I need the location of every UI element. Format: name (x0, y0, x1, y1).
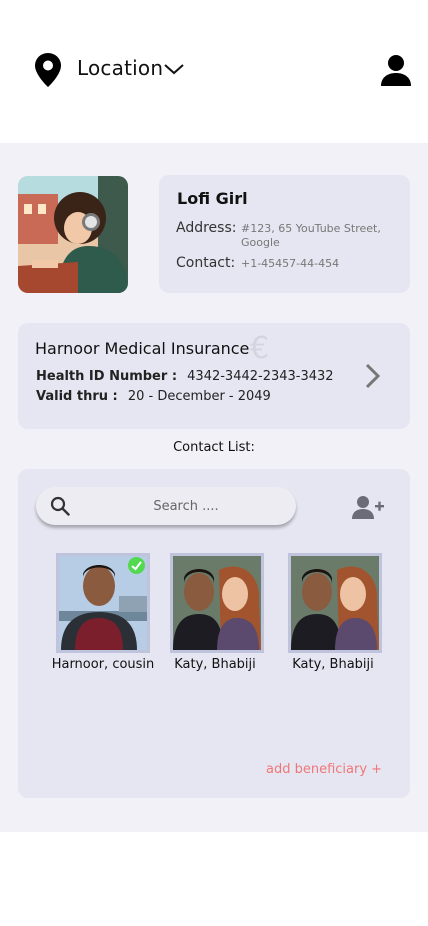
valid-thru-label: Valid thru : (36, 389, 118, 404)
avatar-illustration (18, 176, 128, 293)
insurance-card[interactable]: € Harnoor Medical Insurance Health ID Nu… (18, 323, 410, 429)
euro-icon: € (250, 331, 270, 366)
map-pin-icon[interactable] (34, 52, 62, 88)
contact-photo-image (173, 556, 261, 650)
profile-name: Lofi Girl (177, 189, 248, 208)
contact-name: Katy, Bhabiji (292, 657, 374, 672)
add-beneficiary-button[interactable]: add beneficiary + (266, 762, 382, 777)
search-bar[interactable] (36, 487, 296, 525)
contact-name: Katy, Bhabiji (174, 657, 256, 672)
contact-label: Contact: (176, 255, 236, 271)
contact-photo[interactable] (170, 553, 264, 653)
contact-list-card: Harnoor, cousin Katy, Bhabiji (18, 469, 410, 798)
contact-list-heading: Contact List: (173, 440, 255, 455)
address-value: #123, 65 YouTube Street, Google (241, 222, 381, 249)
contact-photo-image (291, 556, 379, 650)
health-id-label: Health ID Number : (36, 369, 178, 384)
location-label[interactable]: Location (77, 56, 163, 80)
chevron-right-icon[interactable] (363, 363, 383, 389)
health-id-row: Health ID Number : 4342-3442-2343-3432 (36, 369, 334, 384)
contact-value: +1-45457-44-454 (241, 257, 340, 270)
contact-photo[interactable] (288, 553, 382, 653)
top-bar: Location (0, 0, 428, 143)
insurance-title: Harnoor Medical Insurance (35, 339, 250, 358)
valid-thru-row: Valid thru : 20 - December - 2049 (36, 389, 271, 404)
address-label: Address: (176, 220, 237, 236)
search-icon[interactable] (50, 496, 70, 516)
profile-card: Lofi Girl Address: #123, 65 YouTube Stre… (159, 175, 410, 293)
contact-name: Harnoor, cousin (51, 657, 155, 672)
search-input[interactable] (86, 496, 286, 516)
chevron-down-icon[interactable] (163, 62, 185, 76)
health-id-value: 4342-3442-2343-3432 (187, 369, 334, 384)
selected-check-icon (128, 557, 145, 574)
user-icon[interactable] (380, 53, 412, 87)
valid-thru-value: 20 - December - 2049 (127, 389, 271, 404)
avatar (18, 176, 128, 293)
add-user-icon[interactable] (352, 494, 384, 520)
